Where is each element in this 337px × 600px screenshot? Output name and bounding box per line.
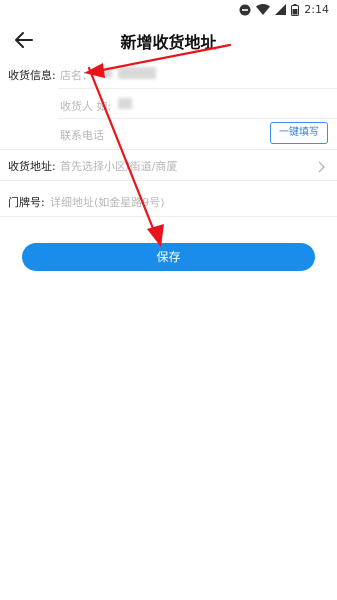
divider xyxy=(0,149,337,150)
blurred-region xyxy=(118,98,132,109)
contact-label: 收货信息: xyxy=(8,69,56,82)
divider xyxy=(0,216,337,217)
divider xyxy=(58,118,337,119)
blurred-region xyxy=(98,68,112,78)
header: 新增收货地址 xyxy=(0,20,337,60)
shop-name-input[interactable]: 店名： xyxy=(60,67,93,83)
status-icons: 2:14 xyxy=(239,3,329,16)
chevron-right-icon[interactable] xyxy=(317,158,325,177)
blurred-region xyxy=(118,67,156,79)
status-time: 2:14 xyxy=(304,3,329,16)
battery-icon xyxy=(291,3,300,16)
address-label: 收货地址: xyxy=(8,160,56,173)
door-label: 门牌号: xyxy=(8,196,45,209)
divider xyxy=(58,88,337,89)
status-bar: 2:14 xyxy=(0,0,337,20)
divider xyxy=(0,180,337,181)
wifi-icon xyxy=(256,4,271,15)
page-title: 新增收货地址 xyxy=(120,33,217,52)
do-not-disturb-icon xyxy=(239,4,251,16)
annotation-arrows xyxy=(84,43,232,247)
phone-input[interactable]: 联系电话 xyxy=(60,127,104,143)
signal-icon xyxy=(275,4,287,15)
receiver-input[interactable]: 收货人 如: xyxy=(60,98,111,114)
quick-fill-button[interactable]: 一键填写 xyxy=(270,122,328,144)
door-number-input[interactable]: 详细地址(如金星路9号) xyxy=(50,194,165,210)
address-select[interactable]: 首先选择小区/街道/商厦 xyxy=(60,158,177,174)
save-button[interactable]: 保存 xyxy=(22,243,315,271)
